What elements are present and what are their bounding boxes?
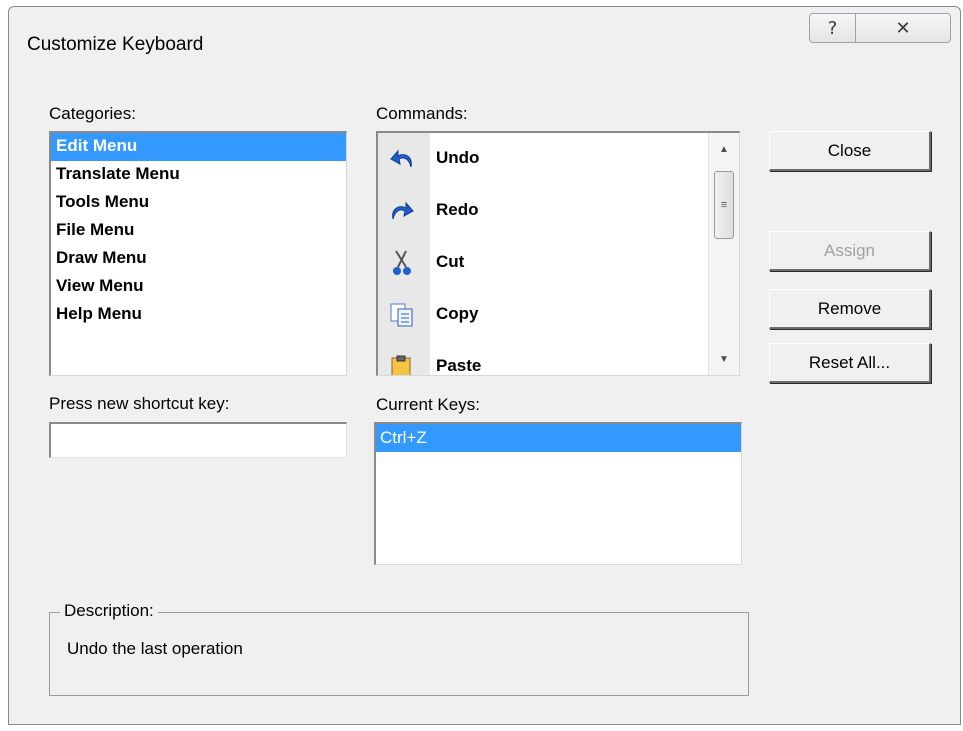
current-keys-listbox[interactable]: Ctrl+Z (374, 422, 742, 565)
scroll-thumb[interactable]: ≡ (714, 171, 734, 239)
command-label: Paste (436, 356, 482, 375)
command-label: Cut (436, 252, 465, 271)
command-item[interactable]: Cut (378, 237, 706, 289)
dialog-title: Customize Keyboard (27, 34, 204, 55)
categories-items: Edit Menu Translate Menu Tools Menu File Me… (51, 133, 346, 329)
shortcut-key-input[interactable] (49, 422, 347, 458)
scroll-down-arrow-icon[interactable]: ▼ (709, 345, 739, 373)
commands-label: Commands: (376, 104, 468, 123)
remove-button[interactable]: Remove (769, 289, 931, 329)
command-label: Copy (436, 304, 479, 323)
category-item[interactable]: Draw Menu (51, 245, 346, 273)
category-item[interactable]: Tools Menu (51, 189, 346, 217)
help-button[interactable]: ? (809, 13, 856, 43)
categories-listbox[interactable]: Edit Menu Translate Menu Tools Menu File Me… (49, 131, 347, 376)
paste-icon (388, 353, 416, 375)
description-text: Undo the last operation (67, 639, 243, 658)
current-keys-label: Current Keys: (376, 395, 480, 414)
undo-icon (388, 145, 416, 173)
current-key-item[interactable]: Ctrl+Z (376, 424, 741, 452)
command-item[interactable]: Redo (378, 185, 706, 237)
command-item[interactable]: Paste (378, 341, 706, 375)
shortcut-label: Press new shortcut key: (49, 394, 230, 413)
customize-keyboard-dialog: Customize Keyboard ? ✕ Categories: Edit … (8, 6, 961, 725)
scroll-up-arrow-icon[interactable]: ▲ (709, 135, 739, 163)
category-item[interactable]: Help Menu (51, 301, 346, 329)
category-item[interactable]: Edit Menu (51, 133, 346, 161)
cut-icon (388, 249, 416, 277)
copy-icon (388, 301, 416, 329)
category-item[interactable]: View Menu (51, 273, 346, 301)
commands-items: Undo Redo Cut Copy Paste (378, 133, 706, 375)
assign-button[interactable]: Assign (769, 231, 931, 271)
close-window-button[interactable]: ✕ (855, 13, 951, 43)
reset-all-button[interactable]: Reset All... (769, 343, 931, 383)
command-label: Redo (436, 200, 479, 219)
description-legend: Description: (60, 601, 158, 621)
close-button[interactable]: Close (769, 131, 931, 171)
category-item[interactable]: File Menu (51, 217, 346, 245)
close-icon: ✕ (895, 17, 911, 39)
commands-listbox[interactable]: Undo Redo Cut Copy Paste ▲ ≡ ▼ (376, 131, 740, 376)
redo-icon (388, 197, 416, 225)
command-item[interactable]: Copy (378, 289, 706, 341)
help-icon: ? (827, 17, 838, 39)
command-label: Undo (436, 148, 480, 167)
current-keys-items: Ctrl+Z (376, 424, 741, 452)
title-bar[interactable]: Customize Keyboard ? ✕ (9, 7, 960, 81)
category-item[interactable]: Translate Menu (51, 161, 346, 189)
commands-scrollbar[interactable]: ▲ ≡ ▼ (708, 133, 739, 375)
description-groupbox: Description: Undo the last operation (49, 601, 749, 696)
command-item[interactable]: Undo (378, 133, 706, 185)
categories-label: Categories: (49, 104, 136, 123)
